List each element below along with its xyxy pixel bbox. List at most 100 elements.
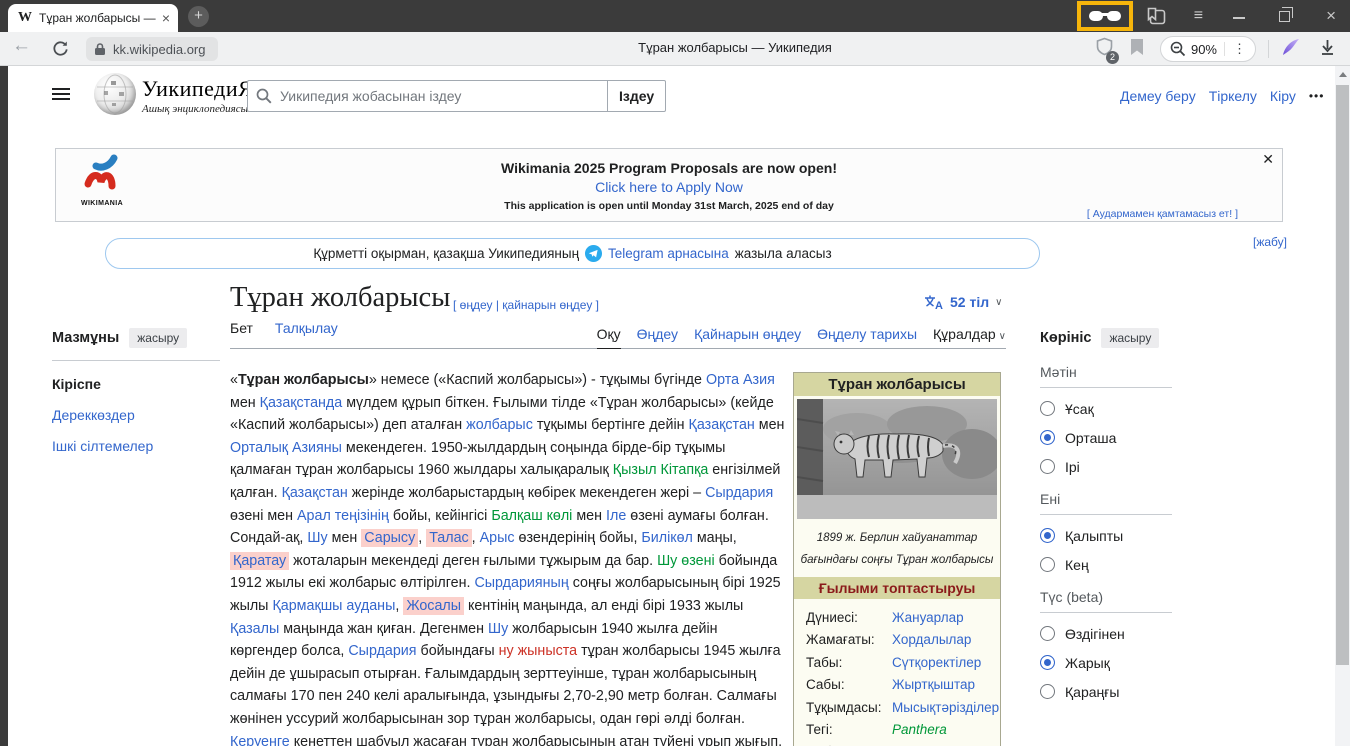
wiki-link[interactable]: жолбарыс [466,417,533,433]
toc-item-sources[interactable]: Дереккөздер [52,407,220,423]
telegram-banner-close-link[interactable]: [жабу] [1253,235,1287,249]
radio-icon[interactable] [1040,528,1055,543]
tab-groups-icon[interactable] [1147,7,1166,25]
tiger-photo[interactable] [797,399,997,519]
close-tab-icon[interactable]: × [162,10,170,26]
table-row: Сабы: Жыртқыштар [806,674,994,696]
toc-item-intro[interactable]: Кіріспе [52,376,220,392]
table-row: Жамағаты: Хордалылар [806,629,994,651]
wiki-link[interactable]: Қазақстанда [260,395,343,411]
banner-translate-link[interactable]: [ Аудармамен қамтамасыз ет! ] [1087,208,1238,220]
telegram-channel-link[interactable]: Telegram арнасына [608,246,729,261]
login-link[interactable]: Кіру [1270,88,1296,104]
wiki-link[interactable]: Арал теңізінің [297,508,389,524]
more-user-options-icon[interactable]: ••• [1309,89,1325,103]
wiki-link[interactable]: Сырдарияның [474,575,568,591]
wiki-link[interactable]: Қазақстан [282,485,348,501]
wiki-link[interactable]: Орталық Азияны [230,440,342,456]
browser-tab[interactable]: W Тұран жолбарысы — Ук × [8,4,178,32]
wiki-link[interactable]: Қаратау [230,552,289,570]
language-selector[interactable]: A 52 тіл ∨ [924,294,1002,310]
article-paragraph: «Тұран жолбарысы» немесе («Каспий жолбар… [230,369,787,746]
bookmark-icon[interactable] [1130,38,1144,61]
scrollbar-thumb[interactable] [1336,85,1349,665]
main-menu-icon[interactable] [52,88,70,100]
browser-menu-icon[interactable]: ≡ [1194,7,1203,25]
tab-page[interactable]: Бет [230,320,253,342]
wiki-link[interactable]: Шу өзені [657,553,715,569]
wikipedia-logo[interactable] [94,73,136,115]
protect-button[interactable]: 2 [1095,37,1114,61]
radio-option-automatic[interactable]: Өздігінен [1040,625,1180,642]
download-icon[interactable] [1319,38,1336,61]
quill-icon[interactable] [1281,37,1301,62]
wiki-link[interactable]: Арыс [480,530,515,546]
minimize-button[interactable] [1233,7,1245,19]
more-options-icon[interactable]: ⋮ [1228,41,1251,57]
tab-edit[interactable]: Өңдеу [637,326,678,348]
zoom-control[interactable]: 90% ⋮ [1160,36,1256,62]
toc-hide-button[interactable]: жасыру [129,328,187,348]
incognito-indicator[interactable] [1077,1,1133,31]
wiki-link[interactable]: Қармақшы ауданы [272,598,395,614]
toc-item-internal-links[interactable]: Ішкі сілтемелер [52,438,220,454]
close-window-button[interactable]: × [1326,6,1336,26]
wiki-link[interactable]: Сырдария [348,643,416,659]
wiki-link[interactable]: Іле [606,508,626,524]
banner-close-icon[interactable]: ✕ [1262,151,1274,168]
width-section-label: Ені [1040,491,1172,515]
wiki-link[interactable]: Шу [307,530,327,546]
wiki-link[interactable]: Қазақстан [689,417,755,433]
radio-option-light[interactable]: Жарық [1040,654,1180,671]
radio-icon[interactable] [1040,557,1055,572]
radio-option-large[interactable]: Ірі [1040,458,1180,475]
red-link[interactable]: ну жыныста [499,643,578,659]
wiki-link[interactable]: Қазалы [230,621,279,637]
radio-icon[interactable] [1040,655,1055,670]
wiki-link[interactable]: Балқаш көлі [491,508,572,524]
radio-icon[interactable] [1040,626,1055,641]
search-input[interactable] [247,80,607,112]
table-row: Дүниесі: Жануарлар [806,607,994,629]
tab-history[interactable]: Өңделу тарихы [817,326,917,348]
wiki-link[interactable]: Талас [426,529,471,547]
radio-option-wide[interactable]: Кең [1040,556,1180,573]
wiki-link[interactable]: Билікөл [641,530,692,546]
wiki-link[interactable]: Жосалы [403,597,464,615]
wiki-link[interactable]: Керуенге [230,734,290,746]
radio-option-standard[interactable]: Орташа [1040,429,1180,446]
radio-icon[interactable] [1040,684,1055,699]
radio-option-standard-width[interactable]: Қалыпты [1040,527,1180,544]
tab-read[interactable]: Оқу [597,326,621,349]
radio-icon[interactable] [1040,459,1055,474]
tab-tools[interactable]: Құралдар∨ [933,326,1006,348]
table-row: Табы: Сүтқоректілер [806,652,994,674]
wiki-link[interactable]: Сарысу [361,529,418,547]
radio-option-small[interactable]: Ұсақ [1040,400,1180,417]
tab-edit-source[interactable]: Қайнарын өңдеу [694,326,801,348]
protect-badge: 2 [1106,51,1119,64]
radio-icon[interactable] [1040,430,1055,445]
wiki-link[interactable]: Сырдария [705,485,773,501]
search-bar: Іздеу [247,80,666,112]
new-tab-button[interactable]: + [188,6,209,27]
title-edit-links[interactable]: [ өңдеу | қайнарын өңдеу ] [453,298,599,312]
radio-option-dark[interactable]: Қараңғы [1040,683,1180,700]
search-icon [256,88,272,104]
text-run: мен [328,530,362,546]
register-link[interactable]: Тіркелу [1209,88,1257,104]
wiki-link[interactable]: Шу [488,621,508,637]
donate-link[interactable]: Демеу беру [1120,88,1196,104]
appearance-hide-button[interactable]: жасыру [1101,328,1159,348]
scroll-up-arrow-icon[interactable] [1339,72,1347,77]
restore-window-button[interactable] [1279,11,1290,22]
wikipedia-wordmark[interactable]: УикипедиЯ Ашық энциклопедиясы [142,76,253,115]
page-scrollbar[interactable] [1335,66,1350,746]
banner-apply-link[interactable]: Click here to Apply Now [56,179,1282,195]
tab-talk[interactable]: Талқылау [275,320,338,342]
text-run: өзені мен [230,508,297,524]
radio-icon[interactable] [1040,401,1055,416]
wiki-link[interactable]: Орта Азия [706,372,775,388]
wiki-link[interactable]: Қызыл Кітапқа [613,462,709,478]
search-button[interactable]: Іздеу [607,80,666,112]
